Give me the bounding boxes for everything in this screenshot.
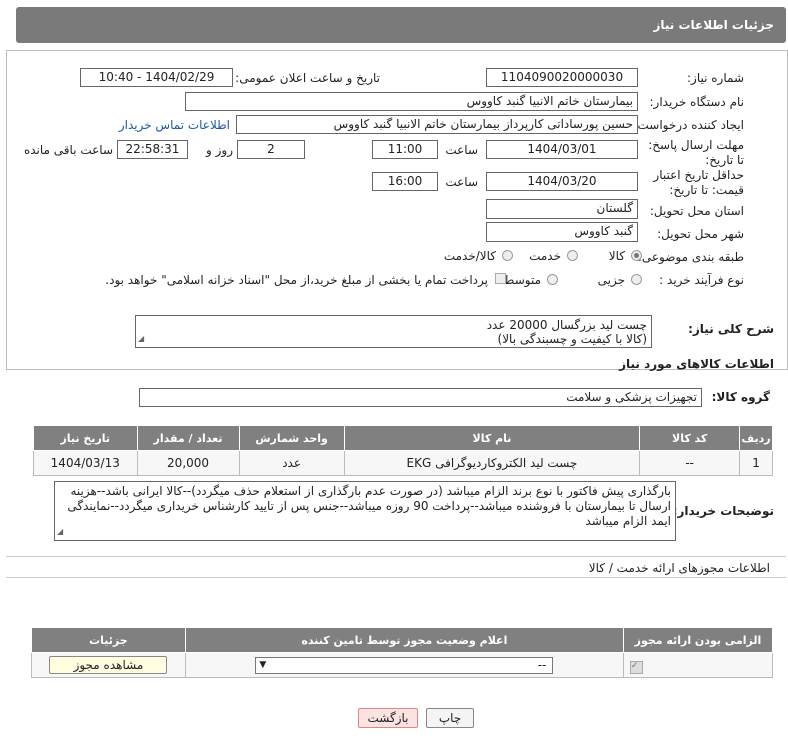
cell-qty: 20,000 xyxy=(136,450,240,476)
cell-code: -- xyxy=(639,450,741,476)
summary-line-1: چست لید بزرگسال 20000 عدد xyxy=(486,318,647,332)
price-time-label: ساعت xyxy=(445,175,478,189)
col-permit-details: جزئیات xyxy=(31,627,186,653)
page-title: جزئیات اطلاعات نیاز xyxy=(653,18,774,32)
province-field[interactable]: گلستان xyxy=(486,199,638,219)
cell-row: 1 xyxy=(739,450,773,476)
category-goods-service-label: کالا/خدمت xyxy=(443,249,496,263)
reply-deadline-label: مهلت ارسال پاسخ: تا تاریخ: xyxy=(648,138,744,167)
reply-time-field[interactable]: 11:00 xyxy=(372,140,438,159)
col-permit-status: اعلام وضعیت مجوز توسط تامین کننده xyxy=(184,627,624,653)
creator-field[interactable]: حسین پورساداتی کارپرداز بیمارستان خاتم ا… xyxy=(236,115,638,134)
process-minor-radio[interactable] xyxy=(631,274,642,285)
remaining-label: ساعت باقی مانده xyxy=(23,143,113,157)
divider xyxy=(6,556,786,557)
items-table: ردیف کد کالا نام کالا واحد شمارش تعداد /… xyxy=(33,425,773,476)
category-goods-radio[interactable] xyxy=(631,250,642,261)
category-label: طبقه بندی موضوعی: xyxy=(637,250,744,264)
resize-handle-icon[interactable]: ◢ xyxy=(57,524,63,539)
permits-table: الزامی بودن ارائه مجوز اعلام وضعیت مجوز … xyxy=(31,627,774,678)
buyer-contact-link[interactable]: اطلاعات تماس خریدار xyxy=(119,118,230,132)
price-time-field[interactable]: 16:00 xyxy=(372,172,438,191)
need-number-field[interactable]: 1104090020000030 xyxy=(486,68,638,87)
price-validity-label: حداقل تاریخ اعتبار قیمت: تا تاریخ: xyxy=(653,168,744,197)
reply-time-label: ساعت xyxy=(445,143,478,157)
required-checkbox-icon: ✓ xyxy=(629,660,643,674)
chevron-down-icon: ▼ xyxy=(259,659,267,670)
announce-label: تاریخ و ساعت اعلان عمومی: xyxy=(235,71,380,85)
process-medium-label: متوسط xyxy=(503,273,541,287)
need-details-page: جزئیات اطلاعات نیاز AriaTender شماره نیا… xyxy=(0,0,788,745)
buyer-notes-textarea[interactable]: بارگذاری پیش فاکتور با نوع برند الزام می… xyxy=(54,481,676,541)
province-label: استان محل تحویل: xyxy=(649,204,744,218)
process-label: نوع فرآیند خرید : xyxy=(659,273,744,287)
col-row: ردیف xyxy=(739,425,773,451)
process-medium-radio[interactable] xyxy=(547,274,558,285)
header-bar: جزئیات اطلاعات نیاز xyxy=(16,7,786,43)
summary-line-2: (کالا با کیفیت و چسبندگی بالا) xyxy=(497,332,647,346)
print-button[interactable]: چاپ xyxy=(426,708,474,728)
cell-unit: عدد xyxy=(238,450,345,476)
reply-date-field[interactable]: 1404/03/01 xyxy=(486,140,638,159)
buyer-notes-line-3: ایمد الزام میباشد xyxy=(585,514,671,528)
goods-info-title: اطلاعات کالاهای مورد نیاز xyxy=(619,357,774,371)
buyer-org-field[interactable]: بیمارستان خاتم الانبیا گنبد کاووس xyxy=(185,92,638,111)
goods-group-field[interactable]: تجهیزات پزشکی و سلامت xyxy=(139,388,702,407)
col-unit: واحد شمارش xyxy=(238,425,345,451)
col-date: تاریخ نیاز xyxy=(33,425,138,451)
category-goods-service-radio[interactable] xyxy=(502,250,513,261)
treasury-checkbox[interactable] xyxy=(495,273,506,284)
resize-handle-icon[interactable]: ◢ xyxy=(138,332,144,346)
table-row: ✓ -- ▼ مشاهده مجوز xyxy=(31,652,774,678)
summary-label: شرح کلی نیاز: xyxy=(688,322,774,336)
view-permit-button[interactable]: مشاهده مجوز xyxy=(49,656,168,674)
goods-group-label: گروه کالا: xyxy=(711,390,770,404)
city-field[interactable]: گنبد کاووس xyxy=(486,222,638,242)
summary-textarea[interactable]: چست لید بزرگسال 20000 عدد (کالا با کیفیت… xyxy=(135,315,652,348)
payment-note: پرداخت تمام یا بخشی از مبلغ خرید،از محل … xyxy=(105,273,488,287)
category-service-radio[interactable] xyxy=(567,250,578,261)
announce-field[interactable]: 1404/02/29 - 10:40 xyxy=(80,68,233,87)
permit-status-value: -- xyxy=(537,657,547,672)
col-code: کد کالا xyxy=(639,425,741,451)
cell-date: 1404/03/13 xyxy=(33,450,138,476)
permits-title: اطلاعات مجوزهای ارائه خدمت / کالا xyxy=(588,561,770,575)
category-service-label: خدمت xyxy=(529,249,561,263)
permit-status-select[interactable]: -- ▼ xyxy=(255,656,554,674)
need-number-label: شماره نیاز: xyxy=(687,71,744,85)
city-label: شهر محل تحویل: xyxy=(657,227,744,241)
buyer-notes-line-2: ارسال تا بیمارستان با فروشنده میباشد--پر… xyxy=(67,499,671,513)
cell-name: چست لید الکتروکاردیوگرافی EKG xyxy=(343,450,641,476)
creator-label: ایجاد کننده درخواست: xyxy=(633,118,744,132)
process-minor-label: جزیی xyxy=(597,273,625,287)
col-permit-required: الزامی بودن ارائه مجوز xyxy=(622,627,774,653)
category-goods-label: کالا xyxy=(608,249,625,263)
back-button[interactable]: بازگشت xyxy=(358,708,418,728)
divider xyxy=(6,577,786,578)
remaining-time-field[interactable]: 22:58:31 xyxy=(117,140,188,159)
days-label: روز و xyxy=(206,143,233,157)
col-name: نام کالا xyxy=(343,425,641,451)
price-date-field[interactable]: 1404/03/20 xyxy=(486,172,638,191)
col-qty: تعداد / مقدار xyxy=(136,425,240,451)
remaining-days-field[interactable]: 2 xyxy=(237,140,305,159)
buyer-notes-line-1: بارگذاری پیش فاکتور با نوع برند الزام می… xyxy=(70,484,671,498)
buyer-notes-label: توضیحات خریدار: xyxy=(672,504,774,518)
buyer-org-label: نام دستگاه خریدار: xyxy=(649,95,745,109)
table-row[interactable]: 1 -- چست لید الکتروکاردیوگرافی EKG عدد 2… xyxy=(33,450,773,476)
